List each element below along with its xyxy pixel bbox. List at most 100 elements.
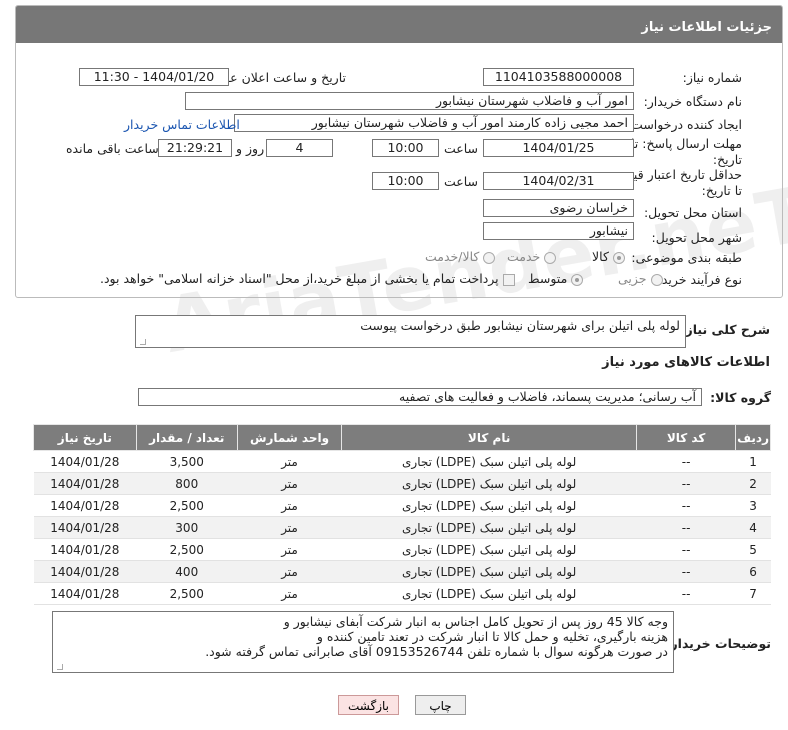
radio-minor-icon[interactable]	[650, 273, 663, 286]
col-code: کد کالا	[636, 424, 737, 451]
goods-group-field: آب رسانی؛ مدیریت پسماند، فاضلاب و فعالیت…	[138, 388, 702, 406]
announce-field: 1404/01/20 - 11:30	[79, 68, 229, 86]
row-number: 2	[735, 472, 771, 495]
goods-qty: 400	[136, 560, 238, 583]
goods-date: 1404/01/28	[33, 538, 137, 561]
table-row: 3 -- لوله پلی اتیلن سبک (LDPE) تجاری متر 2,5…	[33, 494, 771, 517]
goods-date: 1404/01/28	[33, 494, 137, 517]
goods-code: --	[636, 450, 736, 473]
buyer-org-field: امور آب و فاضلاب شهرستان نیشابور	[185, 92, 634, 110]
table-row: 4 -- لوله پلی اتیلن سبک (LDPE) تجاری متر 300…	[33, 516, 771, 539]
goods-unit: متر	[237, 494, 342, 517]
remaining-time-field: 21:29:21	[158, 139, 232, 157]
row-number: 3	[735, 494, 771, 517]
process-option-medium[interactable]: متوسط	[528, 271, 584, 286]
need-number-label: شماره نیاز:	[682, 70, 742, 85]
buyer-org-label: نام دستگاه خریدار:	[643, 94, 742, 109]
goods-name: لوله پلی اتیلن سبک (LDPE) تجاری	[341, 494, 637, 517]
goods-unit: متر	[237, 450, 342, 473]
radio-both-icon[interactable]	[483, 251, 496, 264]
goods-name: لوله پلی اتیلن سبک (LDPE) تجاری	[341, 472, 637, 495]
price-validity-label-date: تا تاریخ:	[701, 183, 742, 198]
radio-medium-icon[interactable]	[571, 273, 584, 286]
notes-resize-handle-icon[interactable]	[57, 664, 63, 670]
goods-code: --	[636, 560, 736, 583]
province-field: خراسان رضوی	[483, 199, 634, 217]
goods-code: --	[636, 538, 736, 561]
treasury-payment-option[interactable]: پرداخت تمام یا بخشی از مبلغ خرید،از محل …	[100, 271, 515, 286]
goods-table: ردیف کد کالا نام کالا واحد شمارش تعداد /…	[33, 424, 771, 605]
goods-qty: 2,500	[136, 538, 238, 561]
goods-date: 1404/01/28	[33, 582, 137, 605]
goods-code: --	[636, 472, 736, 495]
goods-qty: 800	[136, 472, 238, 495]
remaining-label: ساعت باقی مانده	[66, 141, 159, 156]
process-label: نوع فرآیند خرید :	[653, 272, 742, 287]
table-row: 1 -- لوله پلی اتیلن سبک (LDPE) تجاری متر 3,5…	[33, 450, 771, 473]
col-name: نام کالا	[341, 424, 638, 451]
table-row: 5 -- لوله پلی اتیلن سبک (LDPE) تجاری متر 2,5…	[33, 538, 771, 561]
category-label: طبقه بندی موضوعی:	[631, 250, 742, 265]
days-label: روز و	[236, 141, 265, 156]
goods-name: لوله پلی اتیلن سبک (LDPE) تجاری	[341, 560, 637, 583]
deadline-label-date: تاریخ:	[712, 152, 742, 167]
creator-label: ایجاد کننده درخواست:	[626, 117, 742, 132]
price-date-field: 1404/02/31	[483, 172, 634, 190]
creator-field: احمد مجیی زاده کارمند امور آب و فاضلاب ش…	[234, 114, 634, 132]
goods-unit: متر	[237, 582, 342, 605]
goods-date: 1404/01/28	[33, 472, 137, 495]
category-option-goods[interactable]: کالا	[592, 249, 625, 264]
contact-info-link[interactable]: اطلاعات تماس خریدار	[124, 117, 240, 132]
goods-qty: 300	[136, 516, 238, 539]
price-time-field: 10:00	[372, 172, 439, 190]
buyer-notes-field: وجه کالا 45 روز پس از تحویل کامل اجناس ب…	[52, 611, 674, 673]
process-option-minor[interactable]: جزیی	[618, 271, 663, 286]
goods-section-title: اطلاعات کالاهای مورد نیاز	[602, 355, 770, 370]
col-unit: واحد شمارش	[236, 424, 343, 451]
deadline-date-field: 1404/01/25	[483, 139, 634, 157]
goods-unit: متر	[237, 516, 342, 539]
radio-goods-icon[interactable]	[612, 251, 625, 264]
description-field: لوله پلی اتیلن برای شهرستان نیشابور طبق …	[135, 315, 686, 348]
price-time-label: ساعت	[444, 174, 479, 189]
goods-unit: متر	[237, 472, 342, 495]
back-button[interactable]: بازگشت	[338, 695, 399, 715]
buyer-notes-label: توضیحات خریدار:	[665, 636, 771, 651]
need-number-field: 1104103588000008	[483, 68, 634, 86]
city-field: نیشابور	[483, 222, 634, 240]
col-date: تاریخ نیاز	[33, 424, 137, 451]
goods-code: --	[636, 494, 736, 517]
goods-qty: 3,500	[136, 450, 238, 473]
col-row: ردیف	[735, 424, 771, 451]
deadline-time-label: ساعت	[444, 141, 479, 156]
goods-code: --	[636, 516, 736, 539]
row-number: 7	[735, 582, 771, 605]
goods-table-header: ردیف کد کالا نام کالا واحد شمارش تعداد /…	[33, 424, 771, 451]
deadline-label: مهلت ارسال پاسخ: تا	[631, 136, 742, 151]
goods-date: 1404/01/28	[33, 516, 137, 539]
col-qty: تعداد / مقدار	[135, 424, 238, 451]
goods-name: لوله پلی اتیلن سبک (LDPE) تجاری	[341, 538, 637, 561]
goods-qty: 2,500	[136, 582, 238, 605]
goods-date: 1404/01/28	[33, 450, 137, 473]
radio-service-icon[interactable]	[544, 251, 557, 264]
table-row: 7 -- لوله پلی اتیلن سبک (LDPE) تجاری متر 2,5…	[33, 582, 771, 605]
buyer-note-line: هزینه بارگیری، تخلیه و حمل کالا تا انبار…	[316, 629, 668, 644]
panel-title: جزئیات اطلاعات نیاز	[16, 6, 782, 43]
row-number: 4	[735, 516, 771, 539]
resize-handle-icon[interactable]	[140, 339, 146, 345]
days-remaining-field: 4	[266, 139, 333, 157]
table-row: 2 -- لوله پلی اتیلن سبک (LDPE) تجاری متر 800…	[33, 472, 771, 495]
row-number: 5	[735, 538, 771, 561]
goods-group-label: گروه کالا:	[710, 390, 771, 405]
city-label: شهر محل تحویل:	[651, 230, 742, 245]
deadline-time-field: 10:00	[372, 139, 439, 157]
category-option-both[interactable]: کالا/خدمت	[425, 249, 496, 264]
category-option-service[interactable]: خدمت	[507, 249, 557, 264]
goods-qty: 2,500	[136, 494, 238, 517]
goods-date: 1404/01/28	[33, 560, 137, 583]
goods-unit: متر	[237, 538, 342, 561]
print-button[interactable]: چاپ	[415, 695, 466, 715]
checkbox-icon[interactable]	[502, 273, 515, 286]
buyer-note-line: وجه کالا 45 روز پس از تحویل کامل اجناس ب…	[283, 614, 668, 629]
